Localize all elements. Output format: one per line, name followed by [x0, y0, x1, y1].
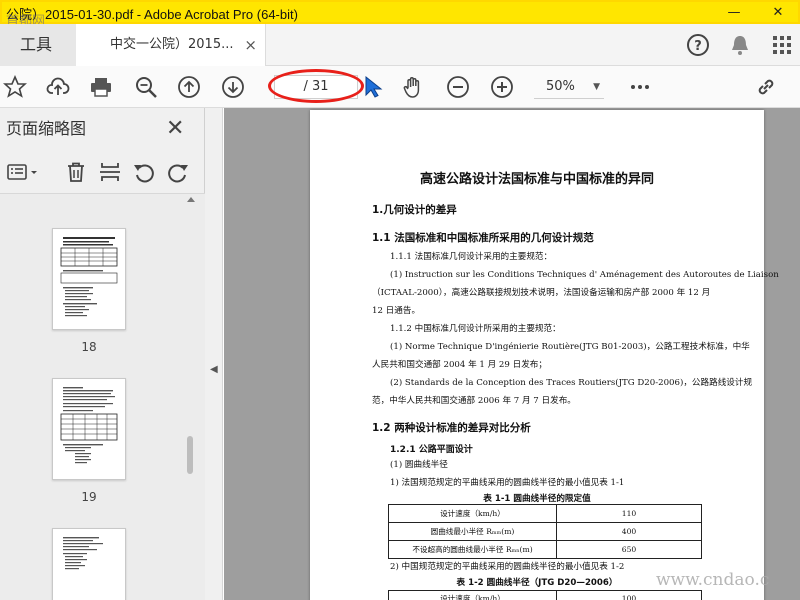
pdf-page: 高速公路设计法国标准与中国标准的异同 1.几何设计的差异 1.1 法国标准和中国… [310, 110, 779, 600]
document-title: 高速公路设计法国标准与中国标准的异同 [419, 172, 654, 187]
next-page-icon[interactable] [221, 75, 245, 99]
collapse-panel-handle[interactable]: ◀ [205, 108, 223, 600]
zoom-level-value: 50% [546, 79, 575, 94]
rotate-left-icon[interactable] [132, 160, 156, 184]
paragraph: (1) Instruction sur les Conditions Techn… [390, 270, 779, 280]
trash-icon[interactable] [64, 160, 88, 184]
chevron-down-icon: ▼ [593, 82, 600, 92]
close-tab-button[interactable]: × [244, 24, 257, 66]
paragraph: (1) Norme Technique D'ingénierie Routièr… [390, 342, 750, 352]
table-caption: 表 1-1 圆曲线半径的限定值 [483, 494, 591, 504]
table-1-2: 设计速度（km/h） 100 [388, 590, 702, 600]
close-panel-button[interactable]: ✕ [166, 108, 184, 150]
document-viewer[interactable]: 高速公路设计法国标准与中国标准的异同 1.几何设计的差异 1.1 法国标准和中国… [224, 108, 800, 600]
paragraph: 1) 法国规范规定的平曲线采用的圆曲线半径的最小值见表 1-1 [390, 478, 625, 488]
svg-text:?: ? [694, 39, 702, 54]
tab-document-label: 中交一公院）2015... [110, 37, 234, 52]
zoom-in-icon[interactable] [490, 75, 514, 99]
hand-tool-icon[interactable] [402, 75, 426, 99]
table-cell: 650 [556, 540, 702, 559]
watermark-bottom-right: www.cndao.c [656, 570, 770, 590]
table-cell: 设计速度（km/h） [388, 504, 557, 523]
thumbnail-label: 19 [81, 490, 97, 504]
thumbnail-label: 18 [81, 340, 97, 354]
paragraph: (1) 圆曲线半径 [390, 460, 448, 470]
window-title: 公院）2015-01-30.pdf - Adobe Acrobat Pro (6… [6, 7, 298, 22]
zoom-search-icon[interactable] [134, 75, 158, 99]
zoom-out-icon[interactable] [446, 75, 470, 99]
table-row: 设计速度（km/h） 100 [388, 590, 702, 600]
main-toolbar: / 31 50% ▼ [0, 66, 800, 108]
thumbnail-page-19-preview [60, 387, 118, 464]
insert-page-icon[interactable] [98, 160, 122, 184]
thumbnail-page-18[interactable] [52, 228, 126, 330]
rotate-right-icon[interactable] [166, 160, 190, 184]
table-row: 不设超高的圆曲线最小半径 Rₘₙ(m) 650 [388, 540, 702, 559]
paragraph: （ICTAAL-2000），高速公路联接规划技术说明，法国设备运输和房产部 20… [372, 288, 711, 298]
table-cell: 不设超高的圆曲线最小半径 Rₘₙ(m) [388, 540, 557, 559]
heading-1-2-1: 1.2.1 公路平面设计 [390, 445, 473, 455]
table-cell: 400 [556, 522, 702, 541]
paragraph: 1.1.2 中国标准几何设计所采用的主要规范： [390, 324, 561, 334]
thumbnail-scrollbar[interactable] [184, 194, 198, 600]
more-options-icon[interactable] [628, 75, 652, 99]
thumbnail-page-18-preview [60, 237, 118, 317]
bell-icon[interactable] [728, 33, 752, 57]
table-1-1: 设计速度（km/h） 110 圆曲线最小半径 Rₘₘ(m) 400 不设超高的圆… [388, 504, 702, 559]
share-link-icon[interactable] [754, 75, 778, 99]
table-cell: 110 [556, 504, 702, 523]
paragraph: 12 日通告。 [372, 306, 421, 316]
star-icon[interactable] [3, 75, 27, 99]
panel-toolbar [0, 150, 205, 194]
table-cell: 100 [556, 590, 702, 600]
heading-1-1: 1.1 法国标准和中国标准所采用的几何设计规范 [372, 232, 594, 244]
cloud-upload-icon[interactable] [46, 75, 70, 99]
title-bar: 公院）2015-01-30.pdf - Adobe Acrobat Pro (6… [0, 0, 800, 24]
previous-page-icon[interactable] [177, 75, 201, 99]
paragraph: 人民共和国交通部 2004 年 1 月 29 日发布； [372, 360, 547, 370]
thumbnail-options-icon[interactable] [6, 160, 40, 184]
print-icon[interactable] [89, 75, 113, 99]
minimize-button[interactable]: — [714, 2, 754, 24]
thumbnail-page-20-preview [63, 537, 103, 570]
scrollbar-thumb[interactable] [187, 436, 193, 474]
page-thumbnails-panel: 页面缩略图 ✕ 18 19 [0, 108, 205, 600]
paragraph: 1.1.1 法国标准几何设计采用的主要规范： [390, 252, 553, 262]
tab-tools[interactable]: 工具 [0, 24, 76, 66]
paragraph: (2) Standards de la Conception des Trace… [390, 378, 753, 388]
table-row: 设计速度（km/h） 110 [388, 504, 702, 523]
table-row: 圆曲线最小半径 Rₘₘ(m) 400 [388, 522, 702, 541]
table-cell: 圆曲线最小半径 Rₘₘ(m) [388, 522, 557, 541]
paragraph: 范，中华人民共和国交通部 2006 年 7 月 7 日发布。 [372, 396, 576, 406]
heading-1: 1.几何设计的差异 [372, 204, 457, 216]
table-cell: 设计速度（km/h） [388, 590, 557, 600]
collapse-arrow-icon: ◀ [210, 364, 218, 375]
select-cursor-icon[interactable] [362, 75, 386, 99]
help-icon[interactable]: ? [686, 33, 710, 57]
zoom-level-select[interactable]: 50% ▼ [534, 75, 604, 99]
tab-document[interactable]: 中交一公院）2015... × [76, 24, 266, 67]
heading-1-2: 1.2 两种设计标准的差异对比分析 [372, 422, 531, 434]
thumbnail-page-19[interactable] [52, 378, 126, 480]
apps-grid-icon[interactable] [770, 33, 794, 57]
highlight-ellipse [268, 69, 364, 103]
thumbnail-page-20[interactable] [52, 528, 126, 600]
close-window-button[interactable]: ✕ [758, 2, 798, 24]
thumbnail-list: 18 19 [0, 194, 205, 600]
tab-bar: 工具 中交一公院）2015... × ? [0, 24, 800, 67]
